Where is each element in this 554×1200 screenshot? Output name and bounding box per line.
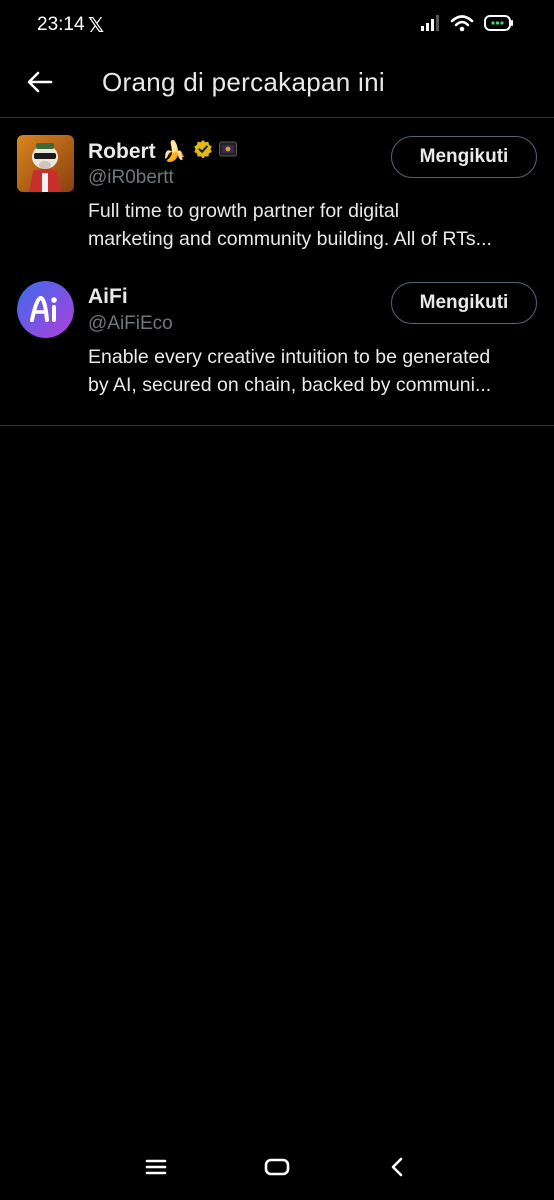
bio-line: marketing and community building. All of…: [88, 228, 492, 250]
following-button[interactable]: Mengikuti: [391, 282, 537, 324]
banana-emoji: 🍌: [161, 141, 187, 163]
arrow-left-icon: [27, 71, 53, 93]
back-icon: [391, 1157, 403, 1177]
signal-icon: [420, 14, 440, 32]
aifi-logo-icon: [17, 281, 74, 338]
name-line: AiFi: [88, 285, 128, 309]
user-bio: Full time to growth partner for digital …: [88, 197, 540, 253]
avatar[interactable]: [17, 281, 74, 338]
user-handle: @AiFiEco: [88, 313, 173, 334]
user-row-aifi[interactable]: AiFi @AiFiEco Enable every creative intu…: [0, 265, 554, 411]
screen: 23:14 𝕏 Orang di percakapan ini Robert 🍌…: [0, 0, 554, 1200]
user-name[interactable]: AiFi: [88, 285, 128, 309]
following-button[interactable]: Mengikuti: [391, 136, 537, 178]
user-handle: @iR0bertt: [88, 167, 174, 188]
status-bar: 23:14 𝕏: [0, 0, 554, 50]
bear-avatar-icon: [17, 135, 74, 192]
nav-back-button[interactable]: [383, 1152, 413, 1182]
menu-button[interactable]: [141, 1152, 171, 1182]
battery-icon: [484, 14, 514, 32]
bio-line: Full time to growth partner for digital: [88, 200, 400, 222]
home-icon: [264, 1158, 290, 1176]
affiliate-badge-icon[interactable]: [218, 141, 237, 162]
bio-line: by AI, secured on chain, backed by commu…: [88, 374, 492, 396]
header: Orang di percakapan ini: [0, 50, 554, 118]
user-name[interactable]: Robert: [88, 140, 156, 164]
wifi-icon: [450, 14, 474, 32]
x-logo-icon: 𝕏: [88, 15, 105, 37]
user-bio: Enable every creative intuition to be ge…: [88, 343, 540, 399]
menu-icon: [145, 1159, 167, 1175]
bio-line: Enable every creative intuition to be ge…: [88, 346, 491, 368]
verified-badge-icon: [193, 139, 213, 164]
name-line: Robert 🍌: [88, 139, 237, 164]
page-title: Orang di percakapan ini: [102, 67, 385, 97]
status-time: 23:14: [37, 14, 85, 35]
user-list: Robert 🍌 @iR0bertt Full time to growth p…: [0, 119, 554, 426]
user-row-robert[interactable]: Robert 🍌 @iR0bertt Full time to growth p…: [0, 119, 554, 265]
status-icons: [420, 14, 514, 32]
home-button[interactable]: [262, 1152, 292, 1182]
avatar[interactable]: [17, 135, 74, 192]
system-nav-bar: [0, 1132, 554, 1200]
back-button[interactable]: [24, 66, 56, 98]
